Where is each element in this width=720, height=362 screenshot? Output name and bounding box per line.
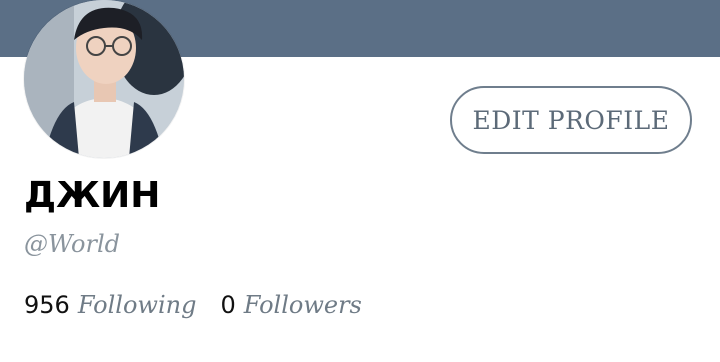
profile-stats: 956 Following 0 Followers [24, 293, 362, 317]
followers-link[interactable]: 0 Followers [220, 293, 361, 317]
following-count: 956 [24, 291, 70, 319]
avatar-photo [24, 0, 184, 158]
edit-profile-button[interactable]: EDIT PROFILE [450, 86, 692, 154]
display-name: ДЖИН [24, 175, 161, 216]
user-handle: @World [24, 230, 120, 258]
following-link[interactable]: 956 Following [24, 293, 196, 317]
followers-count: 0 [220, 291, 236, 319]
followers-label: Followers [243, 291, 362, 319]
avatar[interactable] [24, 0, 184, 158]
following-label: Following [77, 291, 197, 319]
